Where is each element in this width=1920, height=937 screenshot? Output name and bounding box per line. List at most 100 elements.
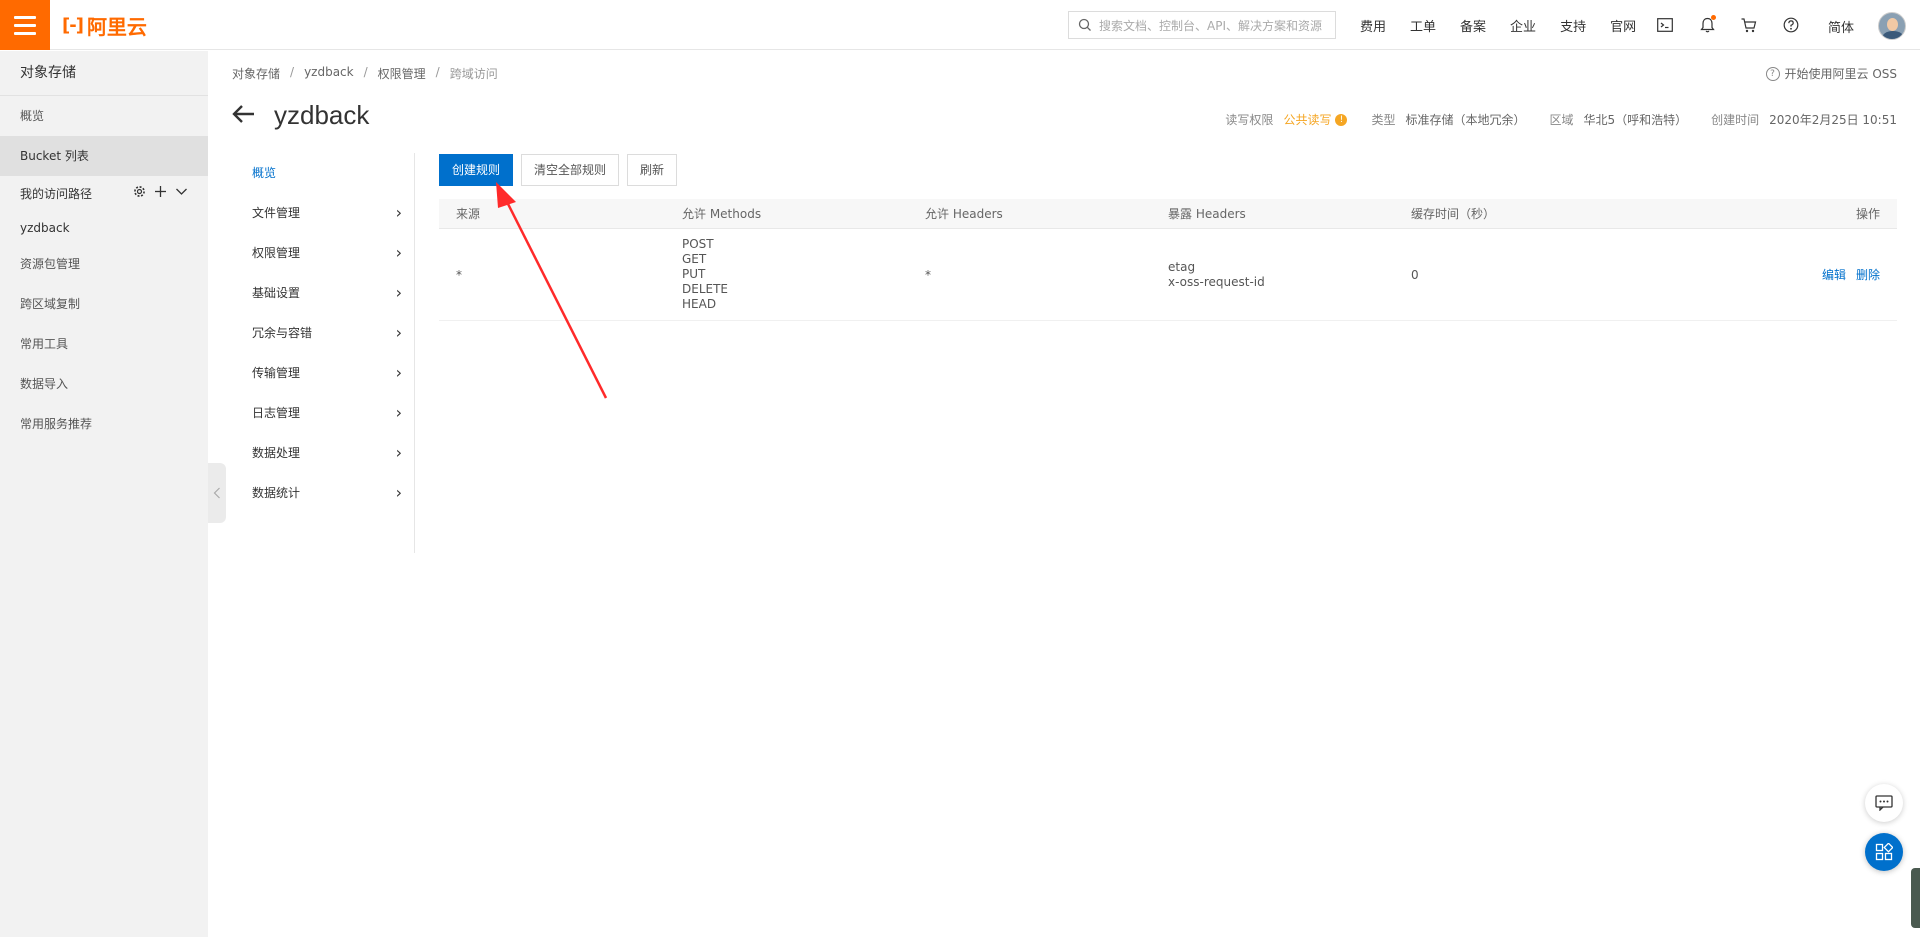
annotation-arrow [496,182,608,399]
chat-icon [1875,795,1893,811]
subnav-overview[interactable]: 概览 [232,153,414,193]
top-nav-enterprise[interactable]: 企业 [1510,16,1536,35]
back-arrow-icon[interactable] [232,103,256,129]
cell-allow-headers: * [925,267,931,282]
subnav-redundancy[interactable]: 冗余与容错 › [232,313,414,353]
chevron-left-icon [213,487,220,499]
method-item: POST [682,237,714,251]
subnav-label: 数据统计 [252,486,301,500]
method-item: PUT [682,267,706,281]
subnav-basic-settings[interactable]: 基础设置 › [232,273,414,313]
subnav-label: 基础设置 [252,286,301,300]
subnav-label: 文件管理 [252,206,301,220]
subnav-label: 数据处理 [252,446,301,460]
method-item: HEAD [682,297,717,311]
chevron-down-icon[interactable] [175,176,188,212]
hamburger-menu-icon[interactable] [0,0,50,50]
breadcrumb-permissions[interactable]: 权限管理 [378,65,426,82]
cell-actions: 编辑 删除 [1654,266,1897,283]
page-header: yzdback [232,100,369,131]
sidebar-item-overview[interactable]: 概览 [0,96,208,136]
bucket-subnav: 概览 文件管理 › 权限管理 › 基础设置 › 冗余与容错 › 传输管理 › 日志管理 › … [232,153,415,553]
aliyun-logo[interactable]: [-] 阿里云 [62,13,147,39]
cell-methods: POST GET PUT DELETE HEAD [682,237,925,312]
subnav-label: 日志管理 [252,406,301,420]
type-label: 类型 [1371,113,1396,127]
method-item: GET [682,252,707,266]
top-nav-tickets[interactable]: 工单 [1410,16,1436,35]
question-circle-icon: ? [1765,66,1780,81]
table-header: 来源 允许 Methods 允许 Headers 暴露 Headers 缓存时间… [439,199,1897,229]
sidebar-item-common-tools[interactable]: 常用工具 [0,324,208,364]
sidebar-collapse-toggle[interactable] [208,463,226,523]
breadcrumb-separator: / [290,65,295,79]
sidebar-item-resource-packages[interactable]: 资源包管理 [0,244,208,284]
breadcrumb-separator: / [435,65,440,79]
cloud-shell-icon[interactable] [1655,15,1675,35]
aliyun-logo-text: 阿里云 [86,14,147,39]
subnav-data-processing[interactable]: 数据处理 › [232,433,414,473]
table-row: * POST GET PUT DELETE HEAD * etag x-oss-… [439,229,1897,321]
top-nav-icp[interactable]: 备案 [1460,16,1486,35]
subnav-statistics[interactable]: 数据统计 › [232,473,414,513]
apps-grid-icon [1875,843,1893,861]
top-nav: 费用 工单 备案 企业 支持 官网 [1360,0,1660,50]
subnav-logs[interactable]: 日志管理 › [232,393,414,433]
cart-icon[interactable] [1739,15,1759,35]
edge-widget[interactable] [1911,868,1920,928]
top-nav-billing[interactable]: 费用 [1360,16,1386,35]
apps-shortcut-button[interactable] [1865,833,1903,871]
user-avatar[interactable] [1878,12,1906,40]
top-nav-website[interactable]: 官网 [1610,16,1636,35]
getting-started-label: 开始使用阿里云 OSS [1784,67,1898,81]
search-icon [1078,18,1091,31]
col-header-methods: 允许 Methods [682,207,762,221]
global-search-input[interactable]: 搜索文档、控制台、API、解决方案和资源 [1068,11,1336,39]
chevron-right-icon: › [395,483,402,502]
refresh-button[interactable]: 刷新 [627,154,678,186]
aliyun-logo-mark: [-] [62,14,84,36]
delete-link[interactable]: 删除 [1856,266,1880,283]
chevron-right-icon: › [395,323,402,342]
subnav-label: 传输管理 [252,366,301,380]
region-label: 区域 [1549,113,1574,127]
chevron-right-icon: › [395,363,402,382]
acl-value: 公共读写 ! [1283,111,1348,128]
col-header-actions: 操作 [1855,207,1880,221]
col-header-max-age: 缓存时间（秒） [1411,207,1496,221]
sidebar-item-recommended-services[interactable]: 常用服务推荐 [0,404,208,444]
breadcrumb-separator: / [363,65,368,79]
top-bar: [-] 阿里云 搜索文档、控制台、API、解决方案和资源 费用 工单 备案 企业… [0,0,1920,50]
chevron-right-icon: › [395,243,402,262]
created-value: 2020年2月25日 10:51 [1769,113,1897,127]
bucket-meta: 读写权限 公共读写 ! 类型 标准存储（本地冗余） 区域 华北5（呼和浩特） 创… [1225,111,1897,128]
sidebar-item-cross-region-replication[interactable]: 跨区域复制 [0,284,208,324]
breadcrumb-bucket[interactable]: yzdback [304,65,354,82]
acl-label: 读写权限 [1225,113,1274,127]
help-icon[interactable] [1781,15,1801,35]
breadcrumb-oss[interactable]: 对象存储 [232,65,280,82]
col-header-allow-headers: 允许 Headers [925,207,1003,221]
notification-bell-icon[interactable] [1697,15,1717,35]
sidebar-item-path-yzdback[interactable]: yzdback [0,212,208,244]
cell-max-age: 0 [1411,267,1419,282]
language-switch[interactable]: 简体 [1828,17,1854,36]
sidebar-item-bucket-list[interactable]: Bucket 列表 [0,136,208,176]
bucket-name-title: yzdback [274,100,370,130]
gear-icon[interactable] [133,176,146,212]
sidebar-item-data-import[interactable]: 数据导入 [0,364,208,404]
edit-link[interactable]: 编辑 [1822,266,1846,283]
method-item: DELETE [682,282,729,296]
top-nav-support[interactable]: 支持 [1560,16,1586,35]
left-sidebar: 对象存储 概览 Bucket 列表 我的访问路径 yzdback 资源包管理 跨… [0,51,208,937]
subnav-permissions[interactable]: 权限管理 › [232,233,414,273]
sidebar-my-paths: 我的访问路径 [0,176,208,212]
chevron-right-icon: › [395,283,402,302]
subnav-transfer[interactable]: 传输管理 › [232,353,414,393]
chat-feedback-button[interactable] [1865,784,1903,822]
add-path-icon[interactable] [154,176,167,212]
subnav-file-management[interactable]: 文件管理 › [232,193,414,233]
sidebar-my-paths-label: 我的访问路径 [20,187,93,201]
getting-started-link[interactable]: ? 开始使用阿里云 OSS [1765,65,1898,82]
region-value: 华北5（呼和浩特） [1583,113,1688,127]
